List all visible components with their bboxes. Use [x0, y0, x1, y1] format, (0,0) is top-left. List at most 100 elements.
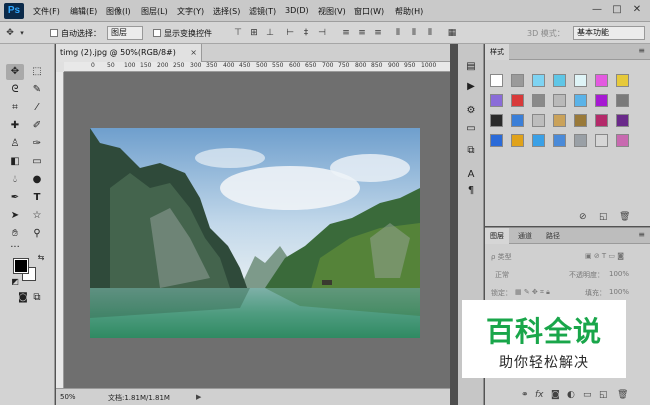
style-swatch[interactable]: [511, 94, 524, 107]
style-swatch[interactable]: [511, 114, 524, 127]
document-tab[interactable]: timg (2).jpg @ 50%(RGB/8#) ×: [56, 44, 202, 62]
new-style-icon[interactable]: ◱: [599, 212, 608, 222]
auto-align-icon[interactable]: ▦: [446, 27, 458, 39]
add-mask-icon[interactable]: ◙: [551, 390, 560, 400]
delete-layer-icon[interactable]: 🗑︎: [617, 390, 628, 400]
default-colors-icon[interactable]: ◩: [6, 274, 24, 290]
blur-tool-icon[interactable]: 💧︎: [6, 172, 24, 188]
align-vcenter-icon[interactable]: ⊞: [248, 27, 260, 39]
quick-select-tool-icon[interactable]: ✎: [28, 82, 46, 98]
character-panel-icon[interactable]: A: [464, 168, 478, 182]
style-swatch[interactable]: [595, 94, 608, 107]
new-group-icon[interactable]: ▭: [583, 390, 592, 400]
clone-stamp-tool-icon[interactable]: ♙: [6, 136, 24, 152]
style-swatch[interactable]: [595, 74, 608, 87]
style-swatch[interactable]: [616, 74, 629, 87]
menu-type[interactable]: 文字(Y): [177, 6, 204, 17]
pen-tool-icon[interactable]: ✒: [6, 190, 24, 206]
style-swatch[interactable]: [511, 74, 524, 87]
zoom-tool-icon[interactable]: ⚲: [28, 226, 46, 242]
align-right-icon[interactable]: ⊣: [316, 27, 328, 39]
healing-brush-tool-icon[interactable]: ✚: [6, 118, 24, 134]
style-swatch[interactable]: [490, 74, 503, 87]
marquee-tool-icon[interactable]: ⬚: [28, 64, 46, 80]
style-swatch[interactable]: [532, 74, 545, 87]
workspace-dropdown[interactable]: 基本功能: [573, 26, 645, 40]
style-swatch[interactable]: [574, 134, 587, 147]
distribute-left-icon[interactable]: ⦀: [392, 27, 404, 39]
menu-image[interactable]: 图像(I): [106, 6, 131, 17]
menu-help[interactable]: 帮助(H): [395, 6, 423, 17]
style-swatch[interactable]: [553, 94, 566, 107]
distribute-top-icon[interactable]: ≡: [340, 27, 352, 39]
tab-channels[interactable]: 通道: [513, 228, 537, 244]
style-swatch[interactable]: [553, 114, 566, 127]
paragraph-panel-icon[interactable]: ¶: [464, 184, 478, 198]
style-swatch[interactable]: [595, 114, 608, 127]
menu-select[interactable]: 选择(S): [213, 6, 240, 17]
zoom-level[interactable]: 50%: [60, 393, 76, 401]
delete-style-icon[interactable]: 🗑︎: [619, 212, 630, 222]
tab-styles[interactable]: 样式: [485, 44, 509, 60]
path-select-tool-icon[interactable]: ➤: [6, 208, 24, 224]
menu-filter[interactable]: 滤镜(T): [249, 6, 276, 17]
lock-icons[interactable]: ▦ ✎ ✥ ⌗ 🔒︎: [515, 288, 550, 297]
document-size-info[interactable]: 文档:1.81M/1.81M: [108, 393, 170, 403]
style-swatch[interactable]: [553, 134, 566, 147]
shape-tool-icon[interactable]: ☆: [28, 208, 46, 224]
chevron-down-icon[interactable]: ▾: [16, 27, 28, 39]
distribute-hcenter-icon[interactable]: ⦀: [408, 27, 420, 39]
status-arrow-icon[interactable]: ▶: [196, 393, 201, 401]
history-panel-icon[interactable]: ▤: [464, 60, 478, 74]
dodge-tool-icon[interactable]: ●: [28, 172, 46, 188]
new-layer-icon[interactable]: ◱: [599, 390, 608, 400]
crop-tool-icon[interactable]: ⌗: [6, 100, 24, 116]
properties-panel-icon[interactable]: ⚙: [464, 104, 478, 118]
move-tool-icon[interactable]: ✥: [4, 27, 16, 39]
minimize-button[interactable]: —: [590, 4, 604, 16]
distribute-right-icon[interactable]: ⦀: [424, 27, 436, 39]
gradient-tool-icon[interactable]: ▭: [28, 154, 46, 170]
ruler-origin[interactable]: [56, 62, 64, 72]
style-swatch[interactable]: [574, 94, 587, 107]
info-panel-icon[interactable]: ▭: [464, 122, 478, 136]
auto-select-dropdown[interactable]: 图层: [107, 26, 143, 40]
style-swatch[interactable]: [574, 114, 587, 127]
style-swatch[interactable]: [616, 94, 629, 107]
align-top-icon[interactable]: ⊤: [232, 27, 244, 39]
menu-window[interactable]: 窗口(W): [354, 6, 384, 17]
menu-view[interactable]: 视图(V): [318, 6, 346, 17]
style-swatch[interactable]: [511, 134, 524, 147]
horizontal-ruler[interactable]: 0 50 100 150 200 250 300 350 400 450 500…: [64, 62, 450, 72]
panel-menu-icon[interactable]: ≡: [638, 46, 645, 55]
layer-filter-kind[interactable]: ρ 类型: [491, 252, 512, 262]
adjustment-layer-icon[interactable]: ◐: [567, 390, 575, 400]
distribute-vcenter-icon[interactable]: ≡: [356, 27, 368, 39]
panel-divider[interactable]: [450, 44, 458, 405]
style-swatch[interactable]: [490, 94, 503, 107]
menu-file[interactable]: 文件(F): [33, 6, 60, 17]
vertical-ruler[interactable]: [56, 72, 64, 388]
history-brush-tool-icon[interactable]: ✑: [28, 136, 46, 152]
opacity-value[interactable]: 100%: [609, 270, 629, 278]
distribute-bottom-icon[interactable]: ≡: [372, 27, 384, 39]
style-swatch[interactable]: [490, 134, 503, 147]
layer-style-icon[interactable]: fx: [535, 390, 544, 400]
style-swatch[interactable]: [532, 94, 545, 107]
style-swatch[interactable]: [532, 134, 545, 147]
style-swatch[interactable]: [490, 114, 503, 127]
style-swatch[interactable]: [616, 134, 629, 147]
menu-layer[interactable]: 图层(L): [141, 6, 168, 17]
menu-3d[interactable]: 3D(D): [285, 6, 309, 15]
blend-mode-dropdown[interactable]: 正常: [495, 270, 509, 280]
style-swatch[interactable]: [616, 114, 629, 127]
align-left-icon[interactable]: ⊢: [284, 27, 296, 39]
brush-tool-icon[interactable]: ✐: [28, 118, 46, 134]
move-tool-icon[interactable]: ✥: [6, 64, 24, 80]
tab-layers[interactable]: 图层: [485, 228, 509, 244]
maximize-button[interactable]: □: [610, 4, 624, 16]
swap-colors-icon[interactable]: ⇆: [32, 250, 50, 266]
menu-edit[interactable]: 编辑(E): [70, 6, 97, 17]
actions-panel-icon[interactable]: ▶: [464, 80, 478, 94]
panel-menu-icon[interactable]: ≡: [638, 230, 645, 239]
